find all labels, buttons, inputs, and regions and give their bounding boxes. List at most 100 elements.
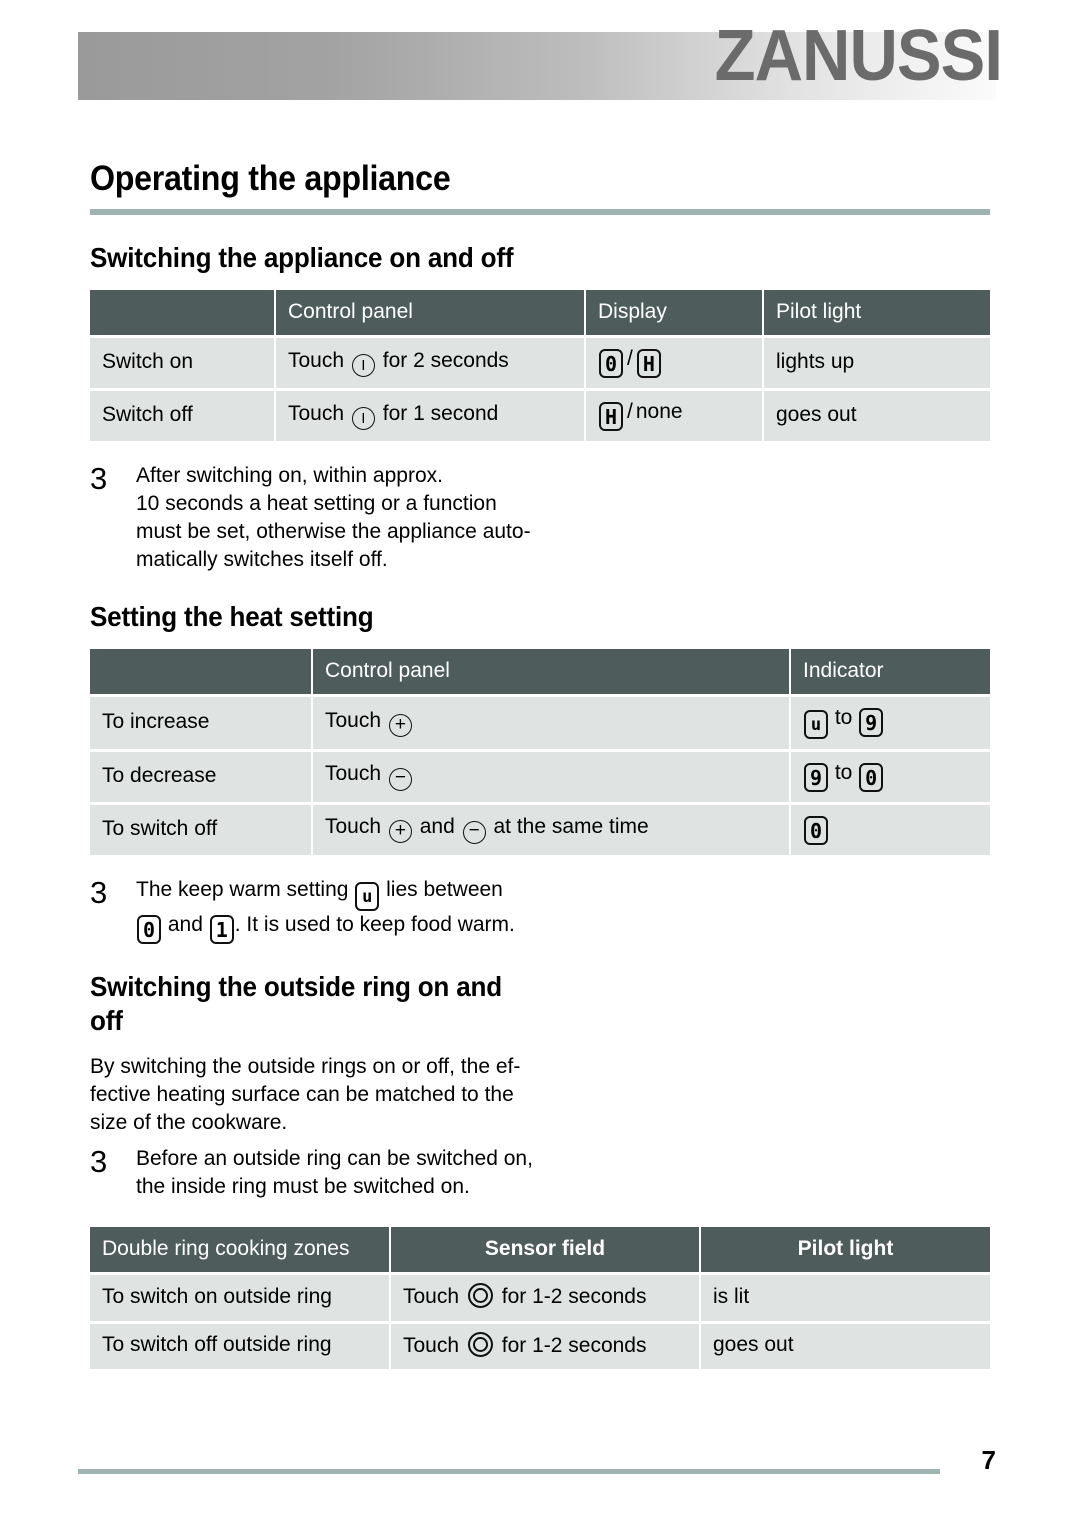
note-inside-ring: 3 Before an outside ring can be switched… <box>90 1145 610 1201</box>
note-line: 0 and 1. It is used to keep food warm. <box>136 911 610 945</box>
cell-action: To switch off <box>90 802 313 859</box>
tip-hand-icon: 3 <box>90 875 108 911</box>
note-line: After switching on, within approx. <box>136 464 443 488</box>
indicator-range-word: to <box>834 706 853 730</box>
column-header-double-ring-zones: Double ring cooking zones <box>90 1226 391 1274</box>
touch-label: Touch <box>288 348 345 372</box>
cell-action: To decrease <box>90 749 313 804</box>
cell-control-panel: Touch − <box>312 749 791 804</box>
segment-display-glyph: 0 <box>137 915 161 945</box>
cell-control-panel: Touch + and − at the same time <box>312 802 791 859</box>
page-content: Operating the appliance Switching the ap… <box>90 159 990 1372</box>
indicator-range-word: to <box>834 761 853 785</box>
cell-control-panel: Touch I for 2 seconds <box>275 335 586 390</box>
cell-action: Switch off <box>90 388 276 445</box>
paragraph-line: fective heating surface can be matched t… <box>90 1082 514 1106</box>
table-row: To switch on outside ring Touch for 1-2 … <box>90 1272 990 1323</box>
column-header-pilot-light: Pilot light <box>700 1226 990 1274</box>
plus-circle-icon: + <box>388 713 412 737</box>
table-row: To decrease Touch − 9 to 0 <box>90 749 990 804</box>
cell-indicator: 9 to 0 <box>790 749 990 804</box>
page-header: ZANUSSI <box>0 0 1080 130</box>
note-keep-warm: 3 The keep warm setting u lies between 0… <box>90 875 610 945</box>
cell-control-panel: Touch I for 1 second <box>275 388 586 445</box>
segment-display-glyph: 1 <box>209 915 234 945</box>
conjunction-label: and <box>167 913 203 937</box>
chapter-divider <box>90 208 990 215</box>
note-text: The keep warm setting u lies between 0 a… <box>136 876 610 945</box>
duration-label: for 1 second <box>382 401 499 425</box>
minus-circle-icon: − <box>462 821 486 845</box>
table-row: Switch off Touch I for 1 second H / none g… <box>90 388 990 445</box>
display-none-label: none <box>635 400 683 424</box>
double-ring-icon <box>467 1283 493 1309</box>
duration-label: for 2 seconds <box>382 348 509 372</box>
section-heading-heat-setting: Setting the heat setting <box>90 600 374 632</box>
segment-display-glyph: 9 <box>859 708 884 738</box>
double-ring-icon <box>467 1331 493 1357</box>
display-separator: / <box>627 400 633 424</box>
plus-circle-icon: + <box>388 820 412 844</box>
cell-pilot-light: lights up <box>763 335 990 390</box>
note-line: The keep warm setting u lies between <box>136 876 610 912</box>
table-row: Switch on Touch I for 2 seconds 0/H ligh… <box>90 335 990 390</box>
column-header-blank <box>90 289 276 337</box>
paragraph-line: By switching the outside rings on or off… <box>90 1054 521 1078</box>
table-row: To increase Touch + u to 9 <box>90 694 990 751</box>
segment-display-glyph: H <box>636 349 661 379</box>
column-header-control-panel: Control panel <box>275 289 586 337</box>
power-circle-icon: I <box>351 353 375 377</box>
note-line: 10 seconds a heat setting or a function <box>136 492 497 516</box>
section-heading-outside-ring: Switching the outside ring on and off <box>90 971 502 1036</box>
chapter-title: Operating the appliance <box>90 159 451 198</box>
column-header-pilot-light: Pilot light <box>763 289 990 337</box>
cell-control-panel: Touch + <box>312 694 791 751</box>
column-header-sensor-field: Sensor field <box>390 1226 701 1274</box>
segment-display-glyph: 0 <box>859 763 884 793</box>
column-header-blank <box>90 648 313 696</box>
display-separator: / <box>627 347 633 371</box>
cell-pilot-light: is lit <box>700 1272 990 1323</box>
zanussi-logo: ZANUSSI <box>714 16 1003 96</box>
minus-circle-icon: − <box>388 768 412 792</box>
segment-display-glyph: 9 <box>804 763 828 793</box>
segment-display-glyph: u <box>355 882 380 912</box>
touch-label: Touch <box>403 1285 460 1309</box>
power-circle-icon: I <box>351 406 375 430</box>
table-heat-setting: Control panel Indicator To increase Touc… <box>90 648 990 859</box>
note-line: matically switches itself off. <box>136 547 388 571</box>
duration-label: for 1-2 seconds <box>501 1333 647 1357</box>
table-double-ring: Double ring cooking zones Sensor field P… <box>90 1226 990 1372</box>
touch-label: Touch <box>325 762 382 786</box>
note-text-part: lies between <box>386 878 503 902</box>
cell-action: Switch on <box>90 335 276 390</box>
duration-label: at the same time <box>493 815 649 839</box>
section-heading-switching-on-off: Switching the appliance on and off <box>90 241 514 273</box>
note-line: Before an outside ring can be switched o… <box>136 1146 533 1170</box>
page-footer: 7 <box>78 1447 996 1487</box>
page-number: 7 <box>981 1445 996 1475</box>
table-header-row: Control panel Indicator <box>90 648 990 696</box>
cell-action: To switch off outside ring <box>90 1320 391 1372</box>
cell-action: To switch on outside ring <box>90 1272 391 1323</box>
tip-hand-icon: 3 <box>90 1143 108 1179</box>
cell-display: H / none <box>585 388 764 445</box>
note-text-part: . It is used to keep food warm. <box>234 913 515 937</box>
column-header-display: Display <box>585 289 764 337</box>
cell-display: 0/H <box>585 335 764 390</box>
segment-display-glyph: H <box>599 402 623 432</box>
cell-indicator: u to 9 <box>790 694 990 751</box>
note-auto-switch-off: 3 After switching on, within approx. 10 … <box>90 462 610 574</box>
touch-label: Touch <box>288 401 345 425</box>
note-text: After switching on, within approx. 10 se… <box>136 462 610 574</box>
table-row: To switch off outside ring Touch for 1-2… <box>90 1320 990 1372</box>
segment-display-glyph: 0 <box>804 816 828 846</box>
note-text-part: The keep warm setting <box>136 878 349 902</box>
note-text: Before an outside ring can be switched o… <box>136 1145 610 1201</box>
table-row: To switch off Touch + and − at the same … <box>90 802 990 859</box>
note-line: must be set, otherwise the appliance aut… <box>136 519 531 543</box>
touch-label: Touch <box>325 815 382 839</box>
duration-label: for 1-2 seconds <box>501 1285 647 1309</box>
table-header-row: Double ring cooking zones Sensor field P… <box>90 1226 990 1274</box>
table-header-row: Control panel Display Pilot light <box>90 289 990 337</box>
